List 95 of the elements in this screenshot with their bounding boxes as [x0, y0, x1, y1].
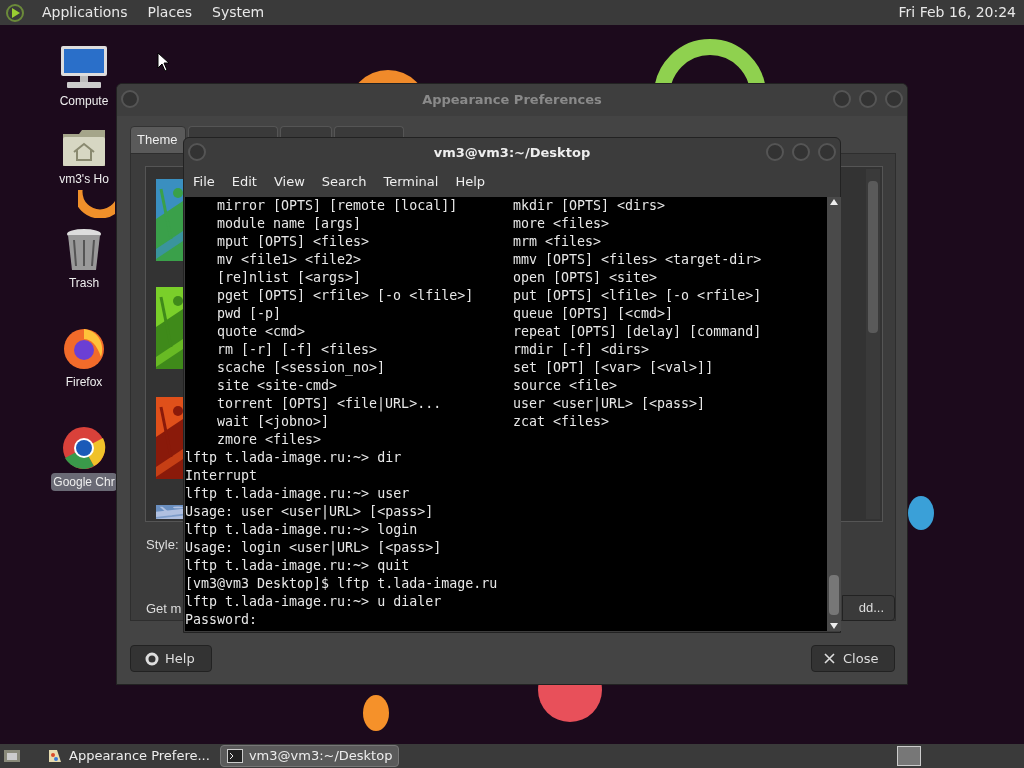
terminal-line: site <site-cmd> — [217, 377, 338, 395]
terminal-line: Interrupt — [185, 467, 258, 485]
tab[interactable] — [188, 126, 278, 137]
window-title: Appearance Preferences — [422, 91, 602, 110]
scrollbar[interactable] — [866, 169, 880, 519]
scrollbar-thumb[interactable] — [868, 181, 878, 333]
terminal-line: open [OPTS] <site> — [513, 269, 658, 287]
terminal-line: mmv [OPTS] <files> <target-dir> — [513, 251, 762, 269]
close-button[interactable] — [818, 143, 836, 161]
close-icon — [824, 653, 835, 664]
panel-menu[interactable]: Places — [143, 2, 197, 23]
menu-item[interactable]: Edit — [224, 172, 264, 192]
terminal-line: more <files> — [513, 215, 610, 233]
home-icon[interactable] — [61, 128, 107, 168]
minimize-button[interactable] — [833, 90, 851, 108]
scroll-down-icon[interactable] — [830, 623, 838, 629]
tab[interactable]: Theme — [130, 126, 186, 154]
terminal-line: Password: — [185, 611, 258, 629]
maximize-button[interactable] — [792, 143, 810, 161]
chrome-icon[interactable] — [61, 425, 107, 471]
terminal-line: Usage: user <user|URL> [<pass>] — [185, 503, 434, 521]
tab[interactable] — [280, 126, 332, 137]
scrollbar-thumb[interactable] — [829, 575, 839, 615]
menu-item[interactable]: Search — [314, 172, 374, 192]
menu-item[interactable]: Help — [448, 172, 493, 192]
workspace-switcher[interactable] — [897, 746, 921, 766]
terminal-line: set [OPT] [<var> [<val>]] — [513, 359, 714, 377]
terminal-line: queue [OPTS] [<cmd>] — [513, 305, 674, 323]
add-button[interactable]: dd... — [842, 595, 895, 621]
terminal-line: lftp t.lada-image.ru:~> login — [185, 521, 418, 539]
terminal-line: zmore <files> — [217, 431, 322, 449]
wallpaper-shape — [363, 695, 389, 731]
menu-item[interactable]: Terminal — [376, 172, 446, 192]
icon-label[interactable]: Trash — [66, 274, 102, 292]
terminal-line: [vm3@vm3 Desktop]$ lftp t.lada-image.ru — [185, 575, 498, 593]
terminal-line: user <user|URL> [<pass>] — [513, 395, 706, 413]
menu-logo-icon[interactable] — [4, 2, 26, 23]
taskbar-button[interactable]: vm3@vm3:~/Desktop — [219, 745, 400, 767]
trash-icon[interactable] — [64, 228, 104, 272]
terminal-line: repeat [OPTS] [delay] [command] — [513, 323, 762, 341]
maximize-button[interactable] — [859, 90, 877, 108]
palette-icon — [47, 748, 63, 764]
terminal-line: Usage: login <user|URL> [<pass>] — [185, 539, 442, 557]
wallpaper-shape — [78, 190, 115, 218]
window-title: vm3@vm3:~/Desktop — [433, 143, 591, 162]
terminal-line: mirror [OPTS] [remote [local]] — [217, 197, 458, 215]
terminal-icon — [226, 749, 243, 763]
terminal-line: rmdir [-f] <dirs> — [513, 341, 650, 359]
icon-label[interactable]: Firefox — [63, 373, 105, 391]
terminal-line: quote <cmd> — [217, 323, 306, 341]
terminal-line: mrm <files> — [513, 233, 602, 251]
get-more-label: Get m — [146, 600, 182, 618]
icon-label[interactable]: Google Chr — [51, 473, 117, 491]
tab[interactable] — [334, 126, 404, 137]
panel-menu[interactable]: Applications — [38, 2, 132, 23]
style-label: Style: — [146, 536, 179, 554]
minimize-button[interactable] — [766, 143, 784, 161]
terminal-line: lftp t.lada-image.ru:~> u dialer — [185, 593, 442, 611]
terminal-line: zcat <files> — [513, 413, 610, 431]
terminal-line: mput [OPTS] <files> — [217, 233, 370, 251]
terminal-line: module name [args] — [217, 215, 362, 233]
window-menu-button[interactable] — [188, 143, 206, 161]
wallpaper-shape — [538, 685, 602, 723]
terminal-line: put [OPTS] <lfile> [-o <rfile>] — [513, 287, 762, 305]
close-button[interactable]: Close — [811, 645, 895, 672]
close-button[interactable] — [885, 90, 903, 108]
wallpaper-shape — [908, 496, 934, 530]
menu-item[interactable]: View — [266, 172, 312, 192]
terminal-line: source <file> — [513, 377, 618, 395]
icon-label[interactable]: Compute — [57, 92, 111, 110]
scroll-up-icon[interactable] — [830, 199, 838, 205]
help-button[interactable]: Help — [130, 645, 212, 672]
taskbar-button[interactable]: Appearance Prefere... — [41, 745, 216, 767]
terminal-line: mv <file1> <file2> — [217, 251, 362, 269]
scrollbar[interactable] — [827, 197, 841, 631]
help-icon — [145, 651, 159, 666]
terminal-line: pwd [-p] — [217, 305, 282, 323]
terminal-line: pget [OPTS] <rfile> [-o <lfile>] — [217, 287, 474, 305]
computer-icon[interactable] — [59, 44, 109, 90]
terminal-line: lftp t.lada-image.ru:~> quit — [185, 557, 410, 575]
window-menu-button[interactable] — [121, 90, 139, 108]
panel-menu[interactable]: System — [208, 2, 269, 23]
terminal-line: scache [<session_no>] — [217, 359, 386, 377]
show-desktop-icon[interactable] — [3, 747, 23, 765]
clock[interactable]: Fri Feb 16, 20:24 — [898, 2, 1020, 23]
terminal-line: rm [-r] [-f] <files> — [217, 341, 378, 359]
icon-label[interactable]: vm3's Ho — [57, 170, 111, 188]
terminal-line: wait [<jobno>] — [217, 413, 330, 431]
terminal-line: [re]nlist [<args>] — [217, 269, 362, 287]
mouse-pointer-icon — [157, 52, 170, 72]
terminal-line: torrent [OPTS] <file|URL>... — [217, 395, 442, 413]
terminal-line: lftp t.lada-image.ru:~> user — [185, 485, 410, 503]
menu-item[interactable]: File — [186, 172, 222, 192]
terminal-line: mkdir [OPTS] <dirs> — [513, 197, 666, 215]
terminal-line: lftp t.lada-image.ru:~> dir — [185, 449, 402, 467]
